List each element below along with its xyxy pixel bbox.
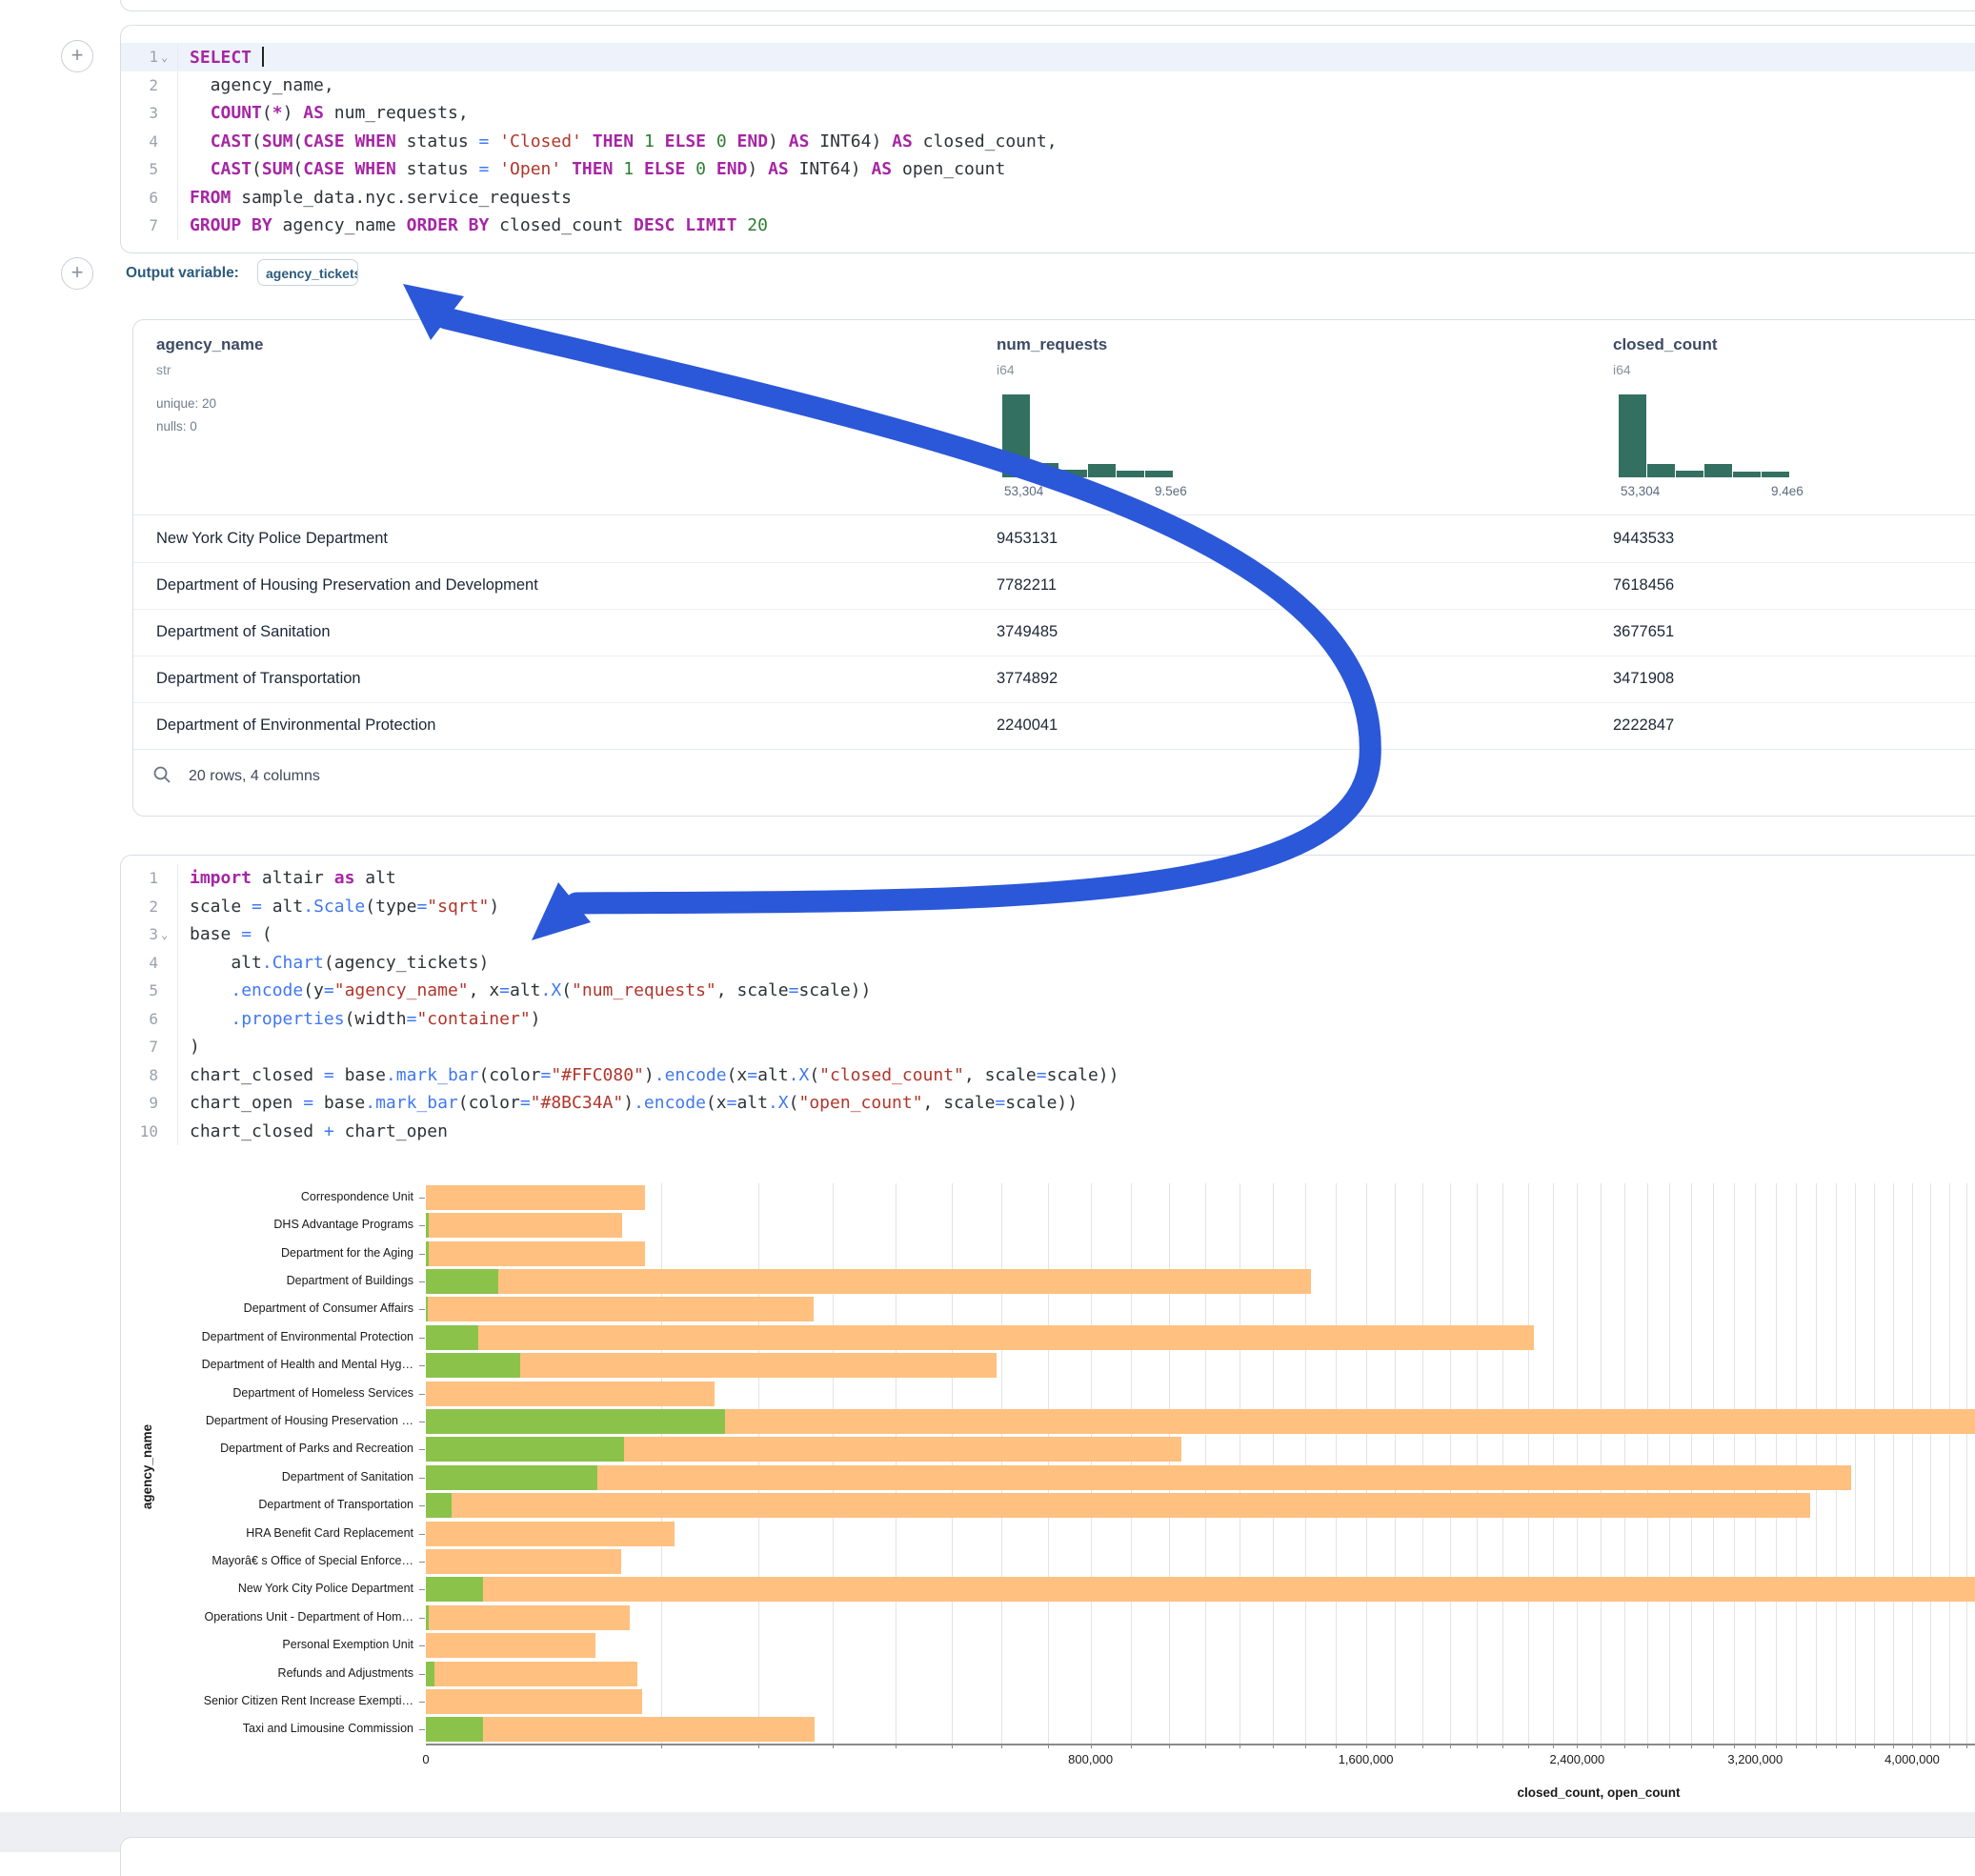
line-number: 3⌄ [121, 920, 178, 949]
histogram-bar [1145, 471, 1173, 477]
fold-caret-icon: ⌄ [161, 928, 171, 941]
output-variable-label: Output variable: [126, 265, 239, 282]
histogram-min-label: 53,304 [1004, 484, 1043, 498]
column-stat: nulls: 0 [156, 419, 197, 434]
result-table: agency_namestr unique: 20 nulls: 0 num_requ… [132, 319, 1975, 817]
histogram-max-label: 9.4e6 [1771, 484, 1804, 498]
notebook-page: { "accent": {"arrow_blue": "#2b58d8", "h… [0, 0, 1975, 1852]
table-cell: 9443533 [1613, 515, 1674, 562]
table-row[interactable]: New York City Police Department 9453131 94… [133, 515, 1975, 563]
code-line[interactable]: 6 .properties(width="container") [121, 1005, 1975, 1034]
histogram-bar [1619, 394, 1646, 477]
histogram-bar [1088, 464, 1116, 477]
histogram-bar [1733, 472, 1761, 477]
code-line[interactable]: 2scale = alt.Scale(type="sqrt") [121, 893, 1975, 921]
table-cell: 2222847 [1613, 702, 1674, 749]
code-line[interactable]: 4 alt.Chart(agency_tickets) [121, 949, 1975, 978]
table-cell: Department of Sanitation [156, 609, 331, 656]
fold-caret-icon: ⌄ [161, 50, 171, 64]
table-cell: 9453131 [997, 515, 1058, 562]
table-cell: 3774892 [997, 656, 1058, 702]
line-number: 7 [121, 212, 178, 240]
table-cell: 3471908 [1613, 656, 1674, 702]
histogram-bar [1059, 470, 1087, 477]
line-number: 2 [121, 893, 178, 921]
column-type: str [156, 362, 171, 377]
histogram-bar [1031, 463, 1058, 477]
table-row[interactable]: Department of Sanitation 3749485 3677651 [133, 609, 1975, 656]
column-type: i64 [997, 362, 1015, 377]
python-cell[interactable]: 1import altair as alt2scale = alt.Scale(… [120, 855, 1975, 1834]
line-number: 2 [121, 71, 178, 100]
code-line[interactable]: 9chart_open = base.mark_bar(color="#8BC3… [121, 1089, 1975, 1118]
line-number: 9 [121, 1089, 178, 1118]
histogram-bar [1647, 464, 1675, 477]
line-number: 6 [121, 184, 178, 212]
line-number: 1⌄ [121, 43, 178, 71]
table-cell: 7618456 [1613, 562, 1674, 609]
histogram-max-label: 9.5e6 [1155, 484, 1187, 498]
code-line[interactable]: 5 CAST(SUM(CASE WHEN status = 'Open' THE… [121, 155, 1975, 184]
line-number: 3 [121, 99, 178, 128]
code-line[interactable]: 6FROM sample_data.nyc.service_requests [121, 184, 1975, 212]
table-row-count: 20 rows, 4 columns [189, 768, 320, 785]
code-line[interactable]: 10chart_closed + chart_open [121, 1118, 1975, 1146]
line-number: 8 [121, 1061, 178, 1090]
text-cursor [262, 47, 264, 67]
previous-cell-edge [120, 0, 1975, 11]
sql-code-editor[interactable]: 1⌄SELECT 2 agency_name,3 COUNT(*) AS num… [121, 26, 1975, 240]
histogram-bar [1117, 471, 1144, 477]
table-cell: Department of Housing Preservation and D… [156, 562, 538, 609]
histogram-min-label: 53,304 [1621, 484, 1660, 498]
line-number: 7 [121, 1033, 178, 1061]
table-cell: Department of Transportation [156, 656, 361, 702]
code-line[interactable]: 4 CAST(SUM(CASE WHEN status = 'Closed' T… [121, 128, 1975, 156]
line-number: 6 [121, 1005, 178, 1034]
code-line[interactable]: 2 agency_name, [121, 71, 1975, 100]
code-line[interactable]: 8chart_closed = base.mark_bar(color="#FF… [121, 1061, 1975, 1090]
column-stat: unique: 20 [156, 396, 216, 411]
add-cell-button-output[interactable]: + [61, 257, 93, 290]
python-code-editor[interactable]: 1import altair as alt2scale = alt.Scale(… [121, 856, 1975, 1145]
table-cell: 3749485 [997, 609, 1058, 656]
histogram-bar [1762, 472, 1789, 477]
code-line[interactable]: 1⌄SELECT [121, 43, 1975, 71]
code-line[interactable]: 3 COUNT(*) AS num_requests, [121, 99, 1975, 128]
histogram-bar [1704, 464, 1732, 477]
next-cell-edge [120, 1837, 1975, 1876]
output-variable-input[interactable]: agency_tickets [257, 259, 358, 286]
table-cell: 7782211 [997, 562, 1057, 609]
line-number: 5 [121, 977, 178, 1005]
table-cell: 3677651 [1613, 609, 1674, 656]
column-header[interactable]: agency_name [156, 335, 263, 354]
table-cell: New York City Police Department [156, 515, 388, 562]
table-row[interactable]: Department of Environmental Protection 22… [133, 702, 1975, 750]
column-histogram [1002, 394, 1174, 477]
column-header[interactable]: closed_count [1613, 335, 1718, 354]
sql-cell[interactable]: 1⌄SELECT 2 agency_name,3 COUNT(*) AS num… [120, 25, 1975, 253]
code-line[interactable]: 5 .encode(y="agency_name", x=alt.X("num_… [121, 977, 1975, 1005]
column-type: i64 [1613, 362, 1631, 377]
line-number: 4 [121, 949, 178, 978]
histogram-bar [1002, 394, 1030, 477]
table-cell: Department of Environmental Protection [156, 702, 435, 749]
line-number: 10 [121, 1118, 178, 1146]
code-line[interactable]: 7GROUP BY agency_name ORDER BY closed_co… [121, 212, 1975, 240]
table-row[interactable]: Department of Transportation 3774892 34719… [133, 656, 1975, 703]
add-cell-button-top[interactable]: + [61, 40, 93, 72]
histogram-bar [1676, 471, 1703, 477]
code-line[interactable]: 3⌄base = ( [121, 920, 1975, 949]
column-histogram [1619, 394, 1790, 477]
line-number: 4 [121, 128, 178, 156]
line-number: 1 [121, 864, 178, 893]
search-icon[interactable] [152, 765, 171, 789]
code-line[interactable]: 7) [121, 1033, 1975, 1061]
code-line[interactable]: 1import altair as alt [121, 864, 1975, 893]
column-header[interactable]: num_requests [997, 335, 1107, 354]
line-number: 5 [121, 155, 178, 184]
table-cell: 2240041 [997, 702, 1058, 749]
table-row[interactable]: Department of Housing Preservation and D… [133, 562, 1975, 610]
